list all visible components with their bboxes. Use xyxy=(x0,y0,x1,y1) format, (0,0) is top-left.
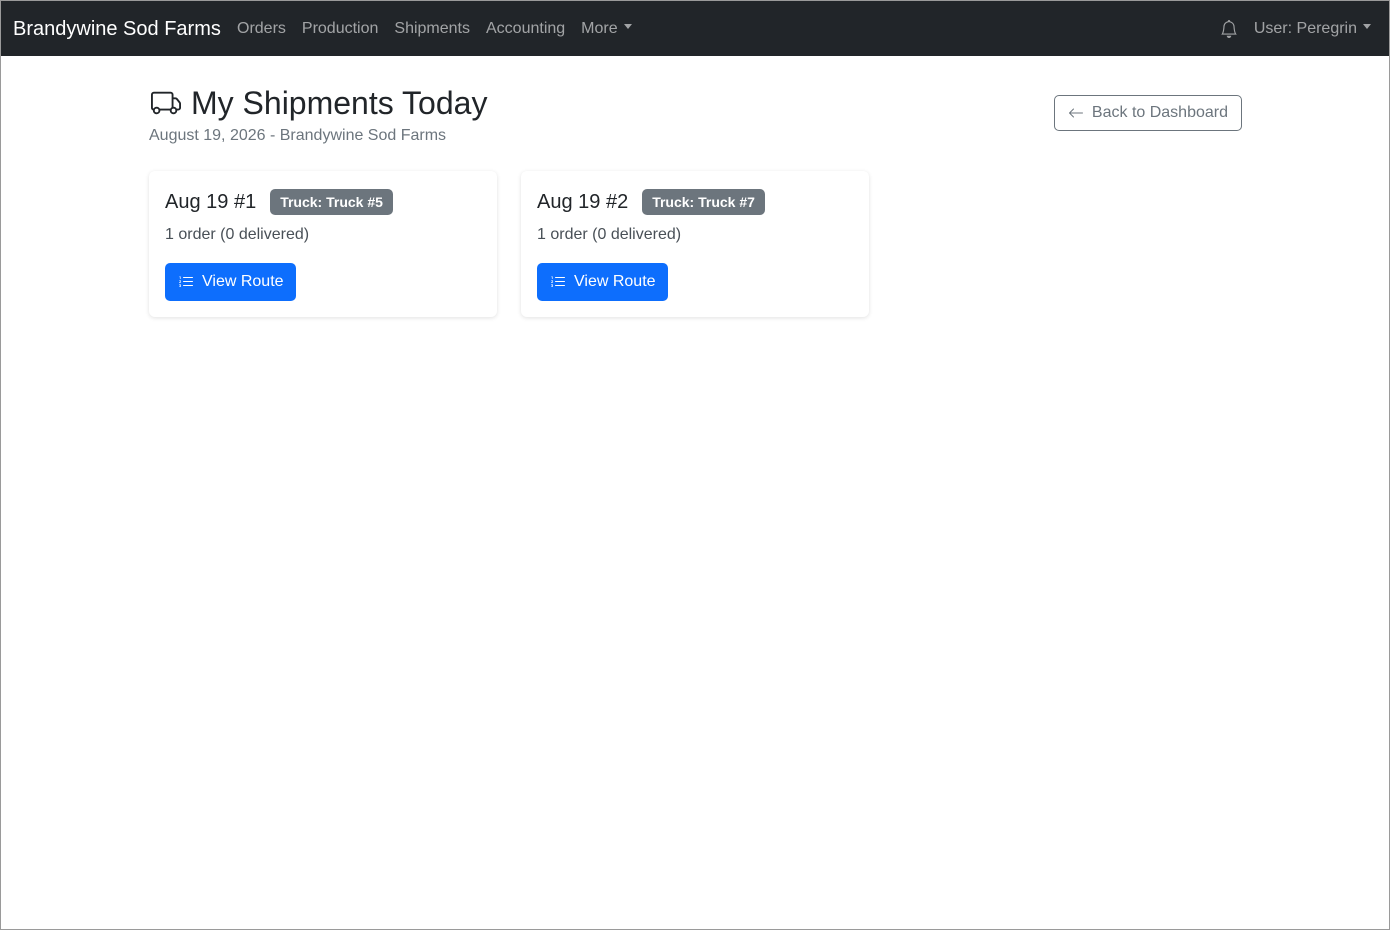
back-to-dashboard-button[interactable]: Back to Dashboard xyxy=(1053,95,1242,131)
nav-more-label: More xyxy=(581,20,618,37)
back-button-label: Back to Dashboard xyxy=(1091,104,1228,121)
truck-badge: Truck: Truck #7 xyxy=(642,189,765,215)
bell-icon[interactable] xyxy=(1220,19,1238,38)
truck-icon xyxy=(151,91,181,115)
nav-production[interactable]: Production xyxy=(294,1,387,57)
arrow-left-icon xyxy=(1068,108,1083,118)
order-summary: 1 order (0 delivered) xyxy=(165,226,310,243)
page-title: My Shipments Today xyxy=(191,85,488,121)
top-navbar: Brandywine Sod Farms Orders Production S… xyxy=(1,1,1389,56)
view-route-label: View Route xyxy=(574,273,656,290)
list-ol-icon xyxy=(179,276,193,288)
shipment-title: Aug 19 #2 xyxy=(537,190,629,213)
list-ol-icon xyxy=(551,276,565,288)
shipment-card: Aug 19 #1 Truck: Truck #5 1 order (0 del… xyxy=(149,171,497,317)
view-route-button[interactable]: View Route xyxy=(165,263,296,301)
chevron-down-icon xyxy=(1363,24,1371,30)
nav-shipments[interactable]: Shipments xyxy=(386,1,478,57)
user-label: User: Peregrin xyxy=(1253,20,1357,37)
card-header: Aug 19 #1 Truck: Truck #5 xyxy=(165,188,481,216)
nav-orders[interactable]: Orders xyxy=(229,1,294,57)
view-route-button[interactable]: View Route xyxy=(537,263,668,301)
card-header: Aug 19 #2 Truck: Truck #7 xyxy=(537,188,853,216)
user-menu-dropdown[interactable]: User: Peregrin xyxy=(1253,1,1371,57)
nav-more-dropdown[interactable]: More xyxy=(573,1,639,57)
nav-links: Orders Production Shipments Accounting M… xyxy=(229,1,640,56)
shipment-cards: Aug 19 #1 Truck: Truck #5 1 order (0 del… xyxy=(149,171,869,317)
view-route-label: View Route xyxy=(202,273,284,290)
truck-badge: Truck: Truck #5 xyxy=(270,189,393,215)
shipment-title: Aug 19 #1 xyxy=(165,190,257,213)
nav-right: User: Peregrin xyxy=(1220,1,1371,56)
order-summary: 1 order (0 delivered) xyxy=(537,226,682,243)
page-header: My Shipments Today August 19, 2026 - Bra… xyxy=(149,83,1242,145)
app-window: Brandywine Sod Farms Orders Production S… xyxy=(0,0,1390,930)
chevron-down-icon xyxy=(623,24,632,30)
brand-logo-text[interactable]: Brandywine Sod Farms xyxy=(13,1,221,56)
nav-accounting[interactable]: Accounting xyxy=(478,1,573,57)
shipment-card: Aug 19 #2 Truck: Truck #7 1 order (0 del… xyxy=(521,171,869,317)
